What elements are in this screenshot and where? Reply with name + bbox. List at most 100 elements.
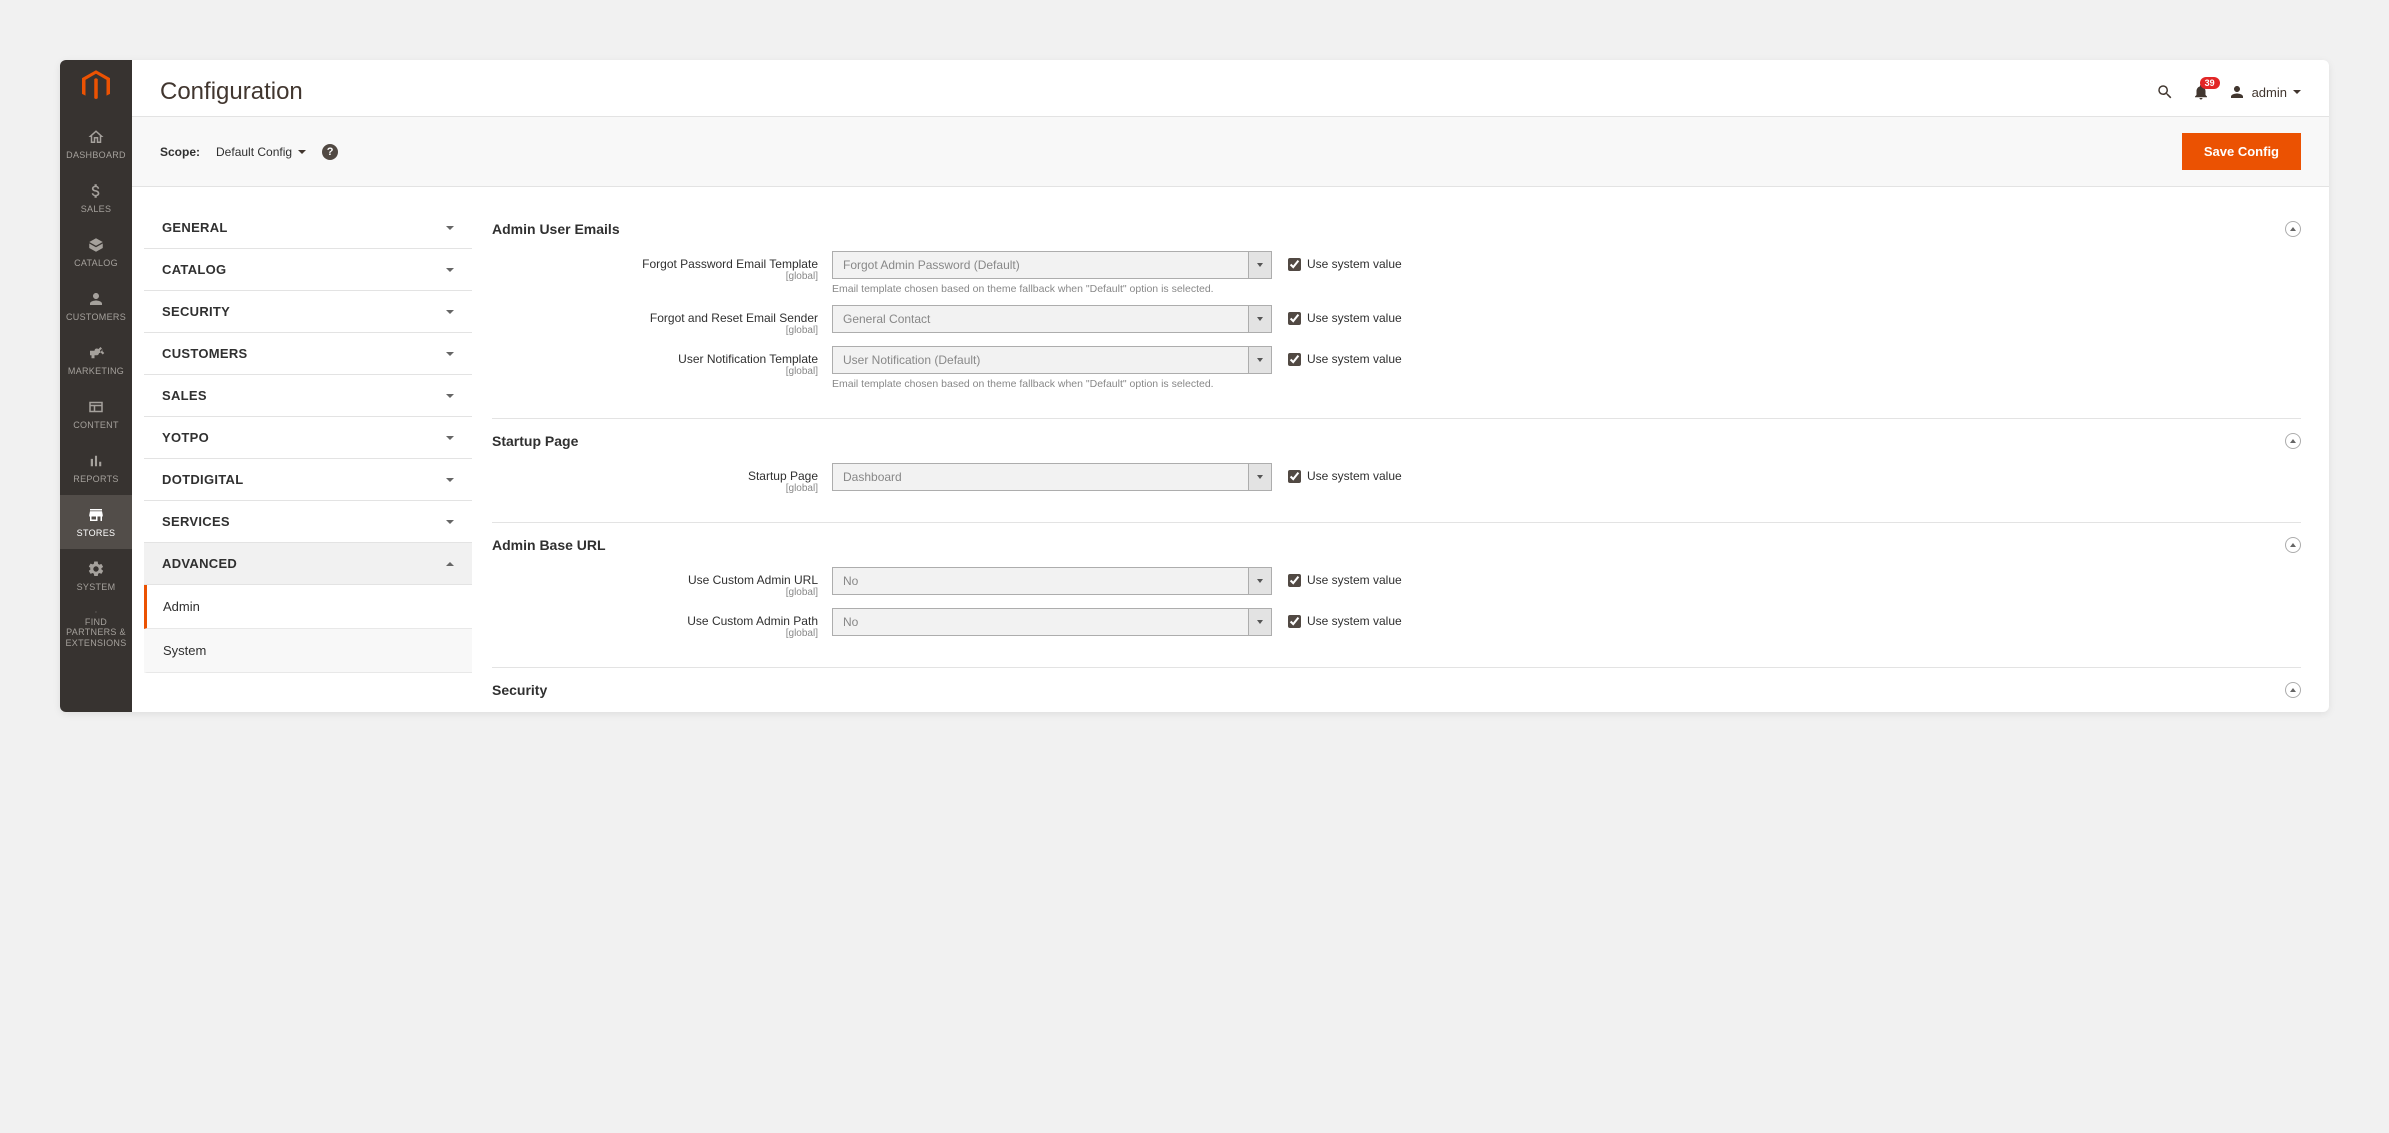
page-header: Configuration 39 admin xyxy=(132,60,2329,116)
config-tab-advanced[interactable]: ADVANCED xyxy=(144,543,472,585)
config-tab-catalog[interactable]: CATALOG xyxy=(144,249,472,291)
field-label: Startup Page xyxy=(492,469,818,483)
field-label: Use Custom Admin URL xyxy=(492,573,818,587)
chevron-up-icon xyxy=(446,562,454,566)
use-system-value[interactable]: Use system value xyxy=(1272,567,1402,587)
nav-catalog[interactable]: CATALOG xyxy=(60,225,132,279)
field-label: Forgot and Reset Email Sender xyxy=(492,311,818,325)
use-system-value[interactable]: Use system value xyxy=(1272,608,1402,628)
help-icon[interactable]: ? xyxy=(322,144,338,160)
dropdown-button[interactable] xyxy=(1248,463,1272,491)
config-sub-system[interactable]: System xyxy=(144,629,472,673)
search-button[interactable] xyxy=(2156,83,2174,101)
use-system-value[interactable]: Use system value xyxy=(1272,305,1402,325)
gear-icon xyxy=(87,560,105,578)
dropdown-button[interactable] xyxy=(1248,346,1272,374)
select-input[interactable]: Dashboard xyxy=(832,463,1272,491)
section-admin-base-url: Admin Base URL Use Custom Admin URL[glob… xyxy=(492,523,2301,668)
save-config-button[interactable]: Save Config xyxy=(2182,133,2301,170)
chart-icon xyxy=(87,452,105,470)
select-input[interactable]: User Notification (Default) xyxy=(832,346,1272,374)
config-tab-security[interactable]: SECURITY xyxy=(144,291,472,333)
use-system-checkbox[interactable] xyxy=(1288,470,1301,483)
chevron-down-icon xyxy=(446,226,454,230)
nav-system[interactable]: SYSTEM xyxy=(60,549,132,603)
config-sub-admin[interactable]: Admin xyxy=(144,585,472,629)
field-row: Forgot Password Email Template[global]Fo… xyxy=(492,251,2301,295)
magento-logo xyxy=(60,60,132,117)
nav-find-partners-extensions[interactable]: FIND PARTNERS & EXTENSIONS xyxy=(60,603,132,657)
select-input[interactable]: General Contact xyxy=(832,305,1272,333)
use-system-value[interactable]: Use system value xyxy=(1272,346,1402,366)
config-tab-customers[interactable]: CUSTOMERS xyxy=(144,333,472,375)
use-system-checkbox[interactable] xyxy=(1288,615,1301,628)
chevron-down-icon xyxy=(446,436,454,440)
user-menu[interactable]: admin xyxy=(2228,83,2301,101)
notifications-button[interactable]: 39 xyxy=(2192,83,2210,101)
config-nav: GENERALCATALOGSECURITYCUSTOMERSSALESYOTP… xyxy=(132,187,472,712)
scope-bar: Scope: Default Config ? Save Config xyxy=(132,116,2329,187)
use-system-checkbox[interactable] xyxy=(1288,574,1301,587)
nav-reports[interactable]: REPORTS xyxy=(60,441,132,495)
field-row: Use Custom Admin URL[global]NoUse system… xyxy=(492,567,2301,598)
chevron-down-icon xyxy=(446,478,454,482)
field-row: Use Custom Admin Path[global]NoUse syste… xyxy=(492,608,2301,639)
layout-icon xyxy=(87,398,105,416)
caret-down-icon xyxy=(2293,90,2301,94)
nav-sales[interactable]: SALES xyxy=(60,171,132,225)
field-row: Startup Page[global]DashboardUse system … xyxy=(492,463,2301,494)
dropdown-button[interactable] xyxy=(1248,251,1272,279)
nav-marketing[interactable]: MARKETING xyxy=(60,333,132,387)
user-name: admin xyxy=(2252,85,2287,100)
use-system-checkbox[interactable] xyxy=(1288,312,1301,325)
select-input[interactable]: No xyxy=(832,567,1272,595)
nav-customers[interactable]: CUSTOMERS xyxy=(60,279,132,333)
dollar-icon xyxy=(87,182,105,200)
dropdown-button[interactable] xyxy=(1248,608,1272,636)
section-header[interactable]: Admin User Emails xyxy=(492,207,2301,251)
chevron-down-icon xyxy=(446,268,454,272)
section-header[interactable]: Admin Base URL xyxy=(492,523,2301,567)
collapse-icon xyxy=(2285,221,2301,237)
config-tab-services[interactable]: SERVICES xyxy=(144,501,472,543)
config-main: Admin User Emails Forgot Password Email … xyxy=(472,187,2329,712)
store-icon xyxy=(87,506,105,524)
admin-sidebar: DASHBOARDSALESCATALOGCUSTOMERSMARKETINGC… xyxy=(60,60,132,712)
person-icon xyxy=(87,290,105,308)
field-label: User Notification Template xyxy=(492,352,818,366)
chevron-down-icon xyxy=(446,352,454,356)
section-admin-user-emails: Admin User Emails Forgot Password Email … xyxy=(492,207,2301,419)
section-security: Security xyxy=(492,668,2301,712)
use-system-checkbox[interactable] xyxy=(1288,353,1301,366)
field-note: Email template chosen based on theme fal… xyxy=(832,283,1272,295)
config-tab-sales[interactable]: SALES xyxy=(144,375,472,417)
field-note: Email template chosen based on theme fal… xyxy=(832,378,1272,390)
config-tab-dotdigital[interactable]: DOTDIGITAL xyxy=(144,459,472,501)
config-tab-general[interactable]: GENERAL xyxy=(144,207,472,249)
use-system-value[interactable]: Use system value xyxy=(1272,463,1402,483)
use-system-checkbox[interactable] xyxy=(1288,258,1301,271)
select-input[interactable]: No xyxy=(832,608,1272,636)
collapse-icon xyxy=(2285,682,2301,698)
nav-stores[interactable]: STORES xyxy=(60,495,132,549)
dropdown-button[interactable] xyxy=(1248,567,1272,595)
dashboard-icon xyxy=(87,128,105,146)
box-icon xyxy=(87,236,105,254)
field-row: User Notification Template[global]User N… xyxy=(492,346,2301,390)
nav-content[interactable]: CONTENT xyxy=(60,387,132,441)
section-header[interactable]: Startup Page xyxy=(492,419,2301,463)
scope-select[interactable]: Default Config xyxy=(216,145,306,159)
config-tab-yotpo[interactable]: YOTPO xyxy=(144,417,472,459)
section-header[interactable]: Security xyxy=(492,668,2301,712)
megaphone-icon xyxy=(87,344,105,362)
use-system-value[interactable]: Use system value xyxy=(1272,251,1402,271)
chevron-down-icon xyxy=(446,310,454,314)
collapse-icon xyxy=(2285,433,2301,449)
nav-dashboard[interactable]: DASHBOARD xyxy=(60,117,132,171)
select-input[interactable]: Forgot Admin Password (Default) xyxy=(832,251,1272,279)
dropdown-button[interactable] xyxy=(1248,305,1272,333)
page-title: Configuration xyxy=(160,78,2156,106)
partners-icon xyxy=(87,611,105,613)
field-label: Forgot Password Email Template xyxy=(492,257,818,271)
section-startup-page: Startup Page Startup Page[global]Dashboa… xyxy=(492,419,2301,523)
